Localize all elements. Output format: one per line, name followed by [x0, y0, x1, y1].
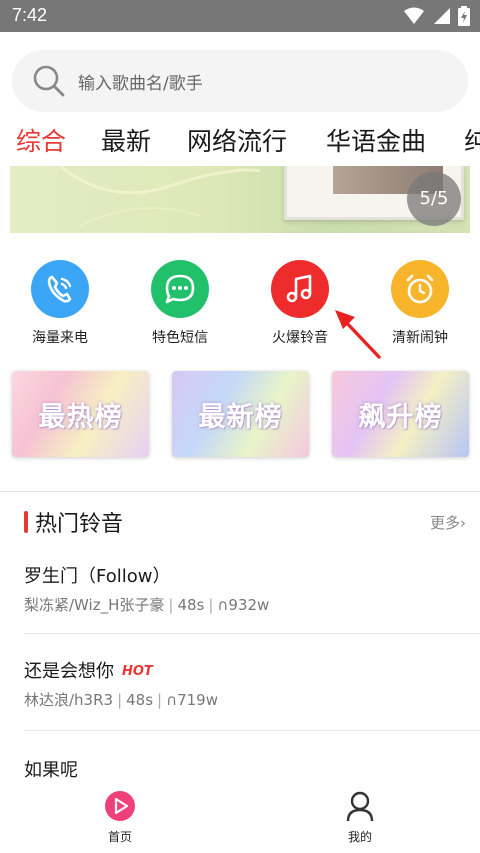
song-artist: 梨冻紧/Wiz_H张子豪 [24, 596, 165, 614]
section-divider [0, 491, 480, 492]
section-accent-bar [24, 511, 28, 533]
ranking-rising[interactable]: 飙升榜 [332, 371, 469, 457]
message-icon [151, 260, 209, 318]
annotation-arrow [335, 310, 381, 359]
ranking-label: 最新榜 [198, 402, 283, 433]
section-title: 热门铃音 [35, 512, 124, 537]
status-time: 7:42 [12, 5, 48, 25]
status-bar: 7:42 [0, 0, 480, 32]
song-meta: 林达浪/h3R3 | 48s | ∩719w [24, 691, 218, 709]
signal-icon [434, 8, 450, 24]
nav-label: 我的 [347, 830, 372, 844]
music-note-icon [271, 260, 329, 318]
ranking-cards: 最热榜 最新榜 飙升榜 [0, 371, 480, 459]
category-tabs: 综合 最新 网络流行 华语金曲 纯 [0, 120, 480, 162]
feature-shortcuts: 海量来电 特色短信 火爆铃音 清新闹钟 [0, 255, 480, 347]
row-divider [24, 633, 480, 634]
song-meta: 梨冻紧/Wiz_H张子豪 | 48s | ∩932w [24, 596, 270, 614]
song-title-text: 还是会想你 [24, 661, 114, 682]
song-title: 罗生门（Follow） [24, 566, 171, 587]
tab-latest[interactable]: 最新 [101, 122, 151, 158]
play-circle-icon [105, 791, 135, 821]
more-link[interactable]: 更多› [430, 512, 466, 533]
ranking-label: 最热榜 [38, 402, 123, 433]
wifi-icon [404, 7, 424, 24]
headphones-icon: ∩ [217, 596, 229, 614]
ranking-label: 飙升榜 [358, 402, 443, 433]
tab-chinese-classics[interactable]: 华语金曲 [326, 122, 426, 158]
alarm-clock-icon [391, 260, 449, 318]
hot-ringtones-header: 热门铃音 更多› [0, 505, 480, 537]
banner-page-indicator: 5/5 [407, 172, 461, 226]
song-plays: 719w [177, 691, 218, 709]
search-bar[interactable]: 输入歌曲名/歌手 [12, 50, 468, 112]
row-divider [24, 730, 480, 731]
headphones-icon: ∩ [166, 691, 178, 709]
status-icons [404, 6, 470, 26]
feature-sms[interactable]: 特色短信 [130, 255, 230, 347]
tab-pure[interactable]: 纯 [464, 122, 480, 158]
song-title: 如果呢 [24, 760, 78, 781]
feature-label: 特色短信 [152, 330, 208, 346]
battery-icon [458, 6, 470, 26]
ranking-newest[interactable]: 最新榜 [172, 371, 309, 457]
banner-carousel[interactable]: 5/5 [10, 166, 470, 233]
tab-comprehensive[interactable]: 综合 [16, 122, 66, 158]
nav-label: 首页 [107, 830, 132, 844]
ranking-hottest[interactable]: 最热榜 [12, 371, 149, 457]
song-duration: 48s [126, 691, 154, 709]
hot-badge: HOT [122, 664, 153, 679]
feature-label: 海量来电 [32, 330, 88, 346]
feature-incoming-call[interactable]: 海量来电 [10, 255, 110, 347]
more-label: 更多 [429, 514, 460, 532]
feature-alarm[interactable]: 清新闹钟 [370, 255, 470, 347]
bottom-nav: 首页 我的 [0, 786, 480, 853]
banner-decoration [59, 166, 261, 227]
search-placeholder: 输入歌曲名/歌手 [78, 74, 203, 94]
song-title: 还是会想你 HOT [24, 657, 153, 683]
search-icon [33, 65, 65, 97]
song-plays: 932w [228, 596, 270, 614]
tab-internet-popular[interactable]: 网络流行 [187, 122, 287, 158]
user-icon [346, 791, 374, 822]
phone-icon [31, 260, 89, 318]
song-artist: 林达浪/h3R3 [24, 691, 114, 709]
nav-mine[interactable]: 我的 [300, 790, 420, 845]
feature-label: 清新闹钟 [392, 330, 448, 346]
chevron-right-icon: › [460, 514, 466, 532]
song-duration: 48s [177, 596, 205, 614]
nav-home[interactable]: 首页 [60, 790, 180, 845]
